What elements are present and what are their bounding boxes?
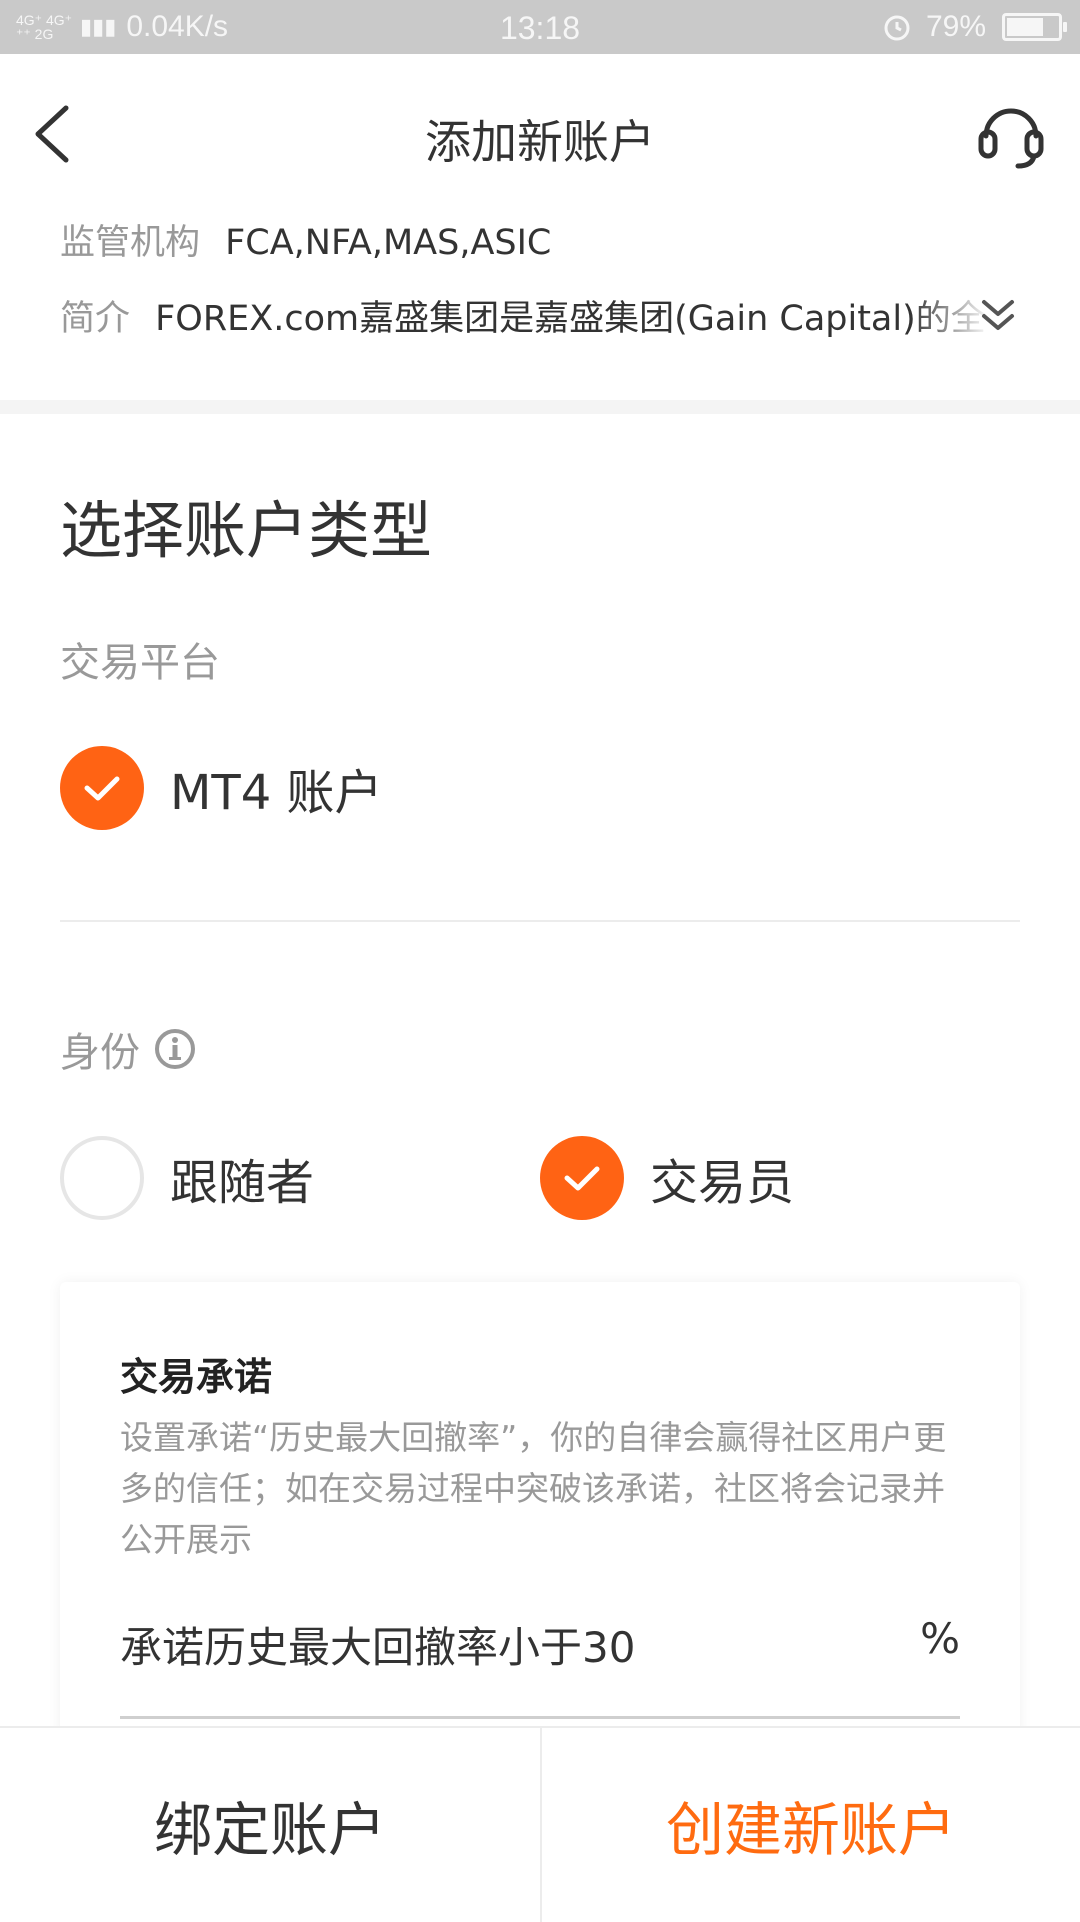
- intro-label: 简介: [60, 299, 131, 339]
- status-bar: 4G⁺ 4G⁺ ⁺⁺ 2G ▮▮▮ 0.04K/s 13:18 79%: [0, 0, 1080, 54]
- drawdown-input-text: 承诺历史最大回撤率小于30: [120, 1623, 636, 1672]
- commitment-title: 交易承诺: [120, 1355, 273, 1399]
- create-account-button[interactable]: 创建新账户: [540, 1728, 1080, 1922]
- mt4-account-option[interactable]: MT4 账户: [60, 746, 383, 830]
- follower-option[interactable]: 跟随者: [60, 1136, 314, 1220]
- regulator-label: 监管机构: [60, 223, 201, 263]
- nav-bar: 添加新账户: [0, 54, 1080, 216]
- mt4-account-label: MT4 账户: [170, 765, 383, 821]
- section-divider: [0, 400, 1080, 414]
- percent-unit: %: [920, 1614, 960, 1663]
- alarm-icon: [884, 15, 910, 41]
- check-icon: [540, 1136, 624, 1220]
- input-underline: [120, 1716, 960, 1719]
- intro-value: FOREX.com嘉盛集团是嘉盛集团(Gain Capital)的全: [155, 299, 986, 339]
- trader-label: 交易员: [650, 1155, 795, 1211]
- bottom-action-bar: 绑定账户 创建新账户: [0, 1726, 1080, 1922]
- double-chevron-down-icon[interactable]: [978, 296, 1018, 336]
- headset-icon[interactable]: [976, 96, 1046, 172]
- drawdown-input[interactable]: 承诺历史最大回撤率小于30 %: [120, 1614, 960, 1676]
- identity-label: 身份: [60, 1030, 140, 1076]
- battery-icon: [1002, 13, 1067, 41]
- status-right: 79%: [882, 10, 1067, 44]
- follower-label: 跟随者: [170, 1155, 315, 1211]
- account-type-title: 选择账户类型: [60, 494, 433, 567]
- platform-label: 交易平台: [60, 640, 220, 686]
- regulator-row: 监管机构 FCA,NFA,MAS,ASIC: [60, 214, 551, 265]
- check-icon: [60, 746, 144, 830]
- bind-account-button[interactable]: 绑定账户: [0, 1728, 540, 1922]
- unchecked-circle-icon: [60, 1136, 144, 1220]
- regulator-value: FCA,NFA,MAS,ASIC: [225, 223, 552, 263]
- commitment-description: 设置承诺“历史最大回撤率”，你的自律会赢得社区用户更多的信任；如在交易过程中突破…: [120, 1418, 947, 1559]
- page-title: 添加新账户: [425, 115, 655, 169]
- commitment-card: 交易承诺 设置承诺“历史最大回撤率”，你的自律会赢得社区用户更多的信任；如在交易…: [60, 1282, 1020, 1742]
- info-icon[interactable]: [154, 1028, 196, 1070]
- trader-option[interactable]: 交易员: [540, 1136, 794, 1220]
- intro-row: 简介 FOREX.com嘉盛集团是嘉盛集团(Gain Capital)的全: [60, 290, 990, 341]
- battery-percent: 79%: [925, 10, 986, 43]
- identity-label-row: 身份: [60, 1020, 196, 1078]
- divider-line: [60, 920, 1020, 922]
- broker-info: 监管机构 FCA,NFA,MAS,ASIC 简介 FOREX.com嘉盛集团是嘉…: [0, 214, 1080, 400]
